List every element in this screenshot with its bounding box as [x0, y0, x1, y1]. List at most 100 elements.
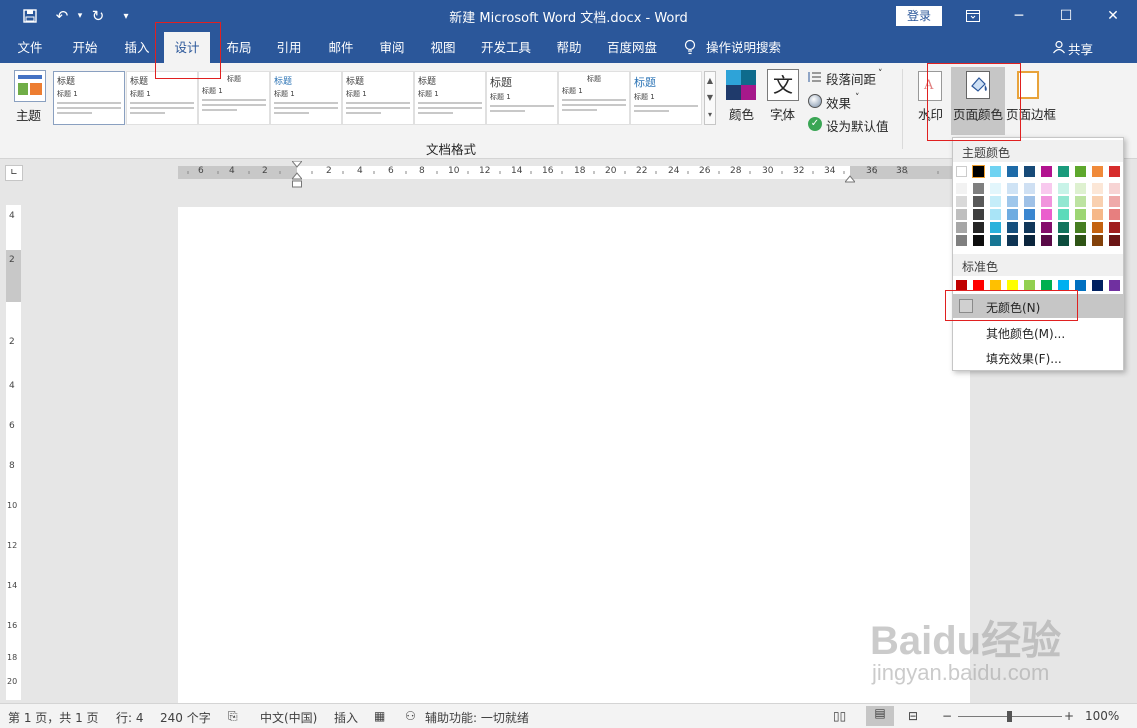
- line-number[interactable]: 行: 4: [116, 709, 144, 726]
- tab-baidu-netdisk[interactable]: 百度网盘: [600, 32, 664, 63]
- tab-insert[interactable]: 插入: [114, 32, 160, 63]
- tab-view[interactable]: 视图: [420, 32, 466, 63]
- thumb-heading: 标题: [227, 75, 241, 83]
- style-thumbnail[interactable]: 标题 标题 1: [198, 71, 270, 125]
- set-as-default-button[interactable]: 设为默认值: [826, 116, 889, 135]
- color-swatch[interactable]: [1041, 166, 1052, 177]
- tab-references[interactable]: 引用: [266, 32, 312, 63]
- paragraph-spacing-button[interactable]: 段落间距: [826, 69, 876, 88]
- zoom-level[interactable]: 100%: [1085, 709, 1119, 723]
- no-color-item[interactable]: 无颜色(N): [953, 294, 1123, 318]
- color-swatch[interactable]: [956, 166, 967, 177]
- fonts-icon[interactable]: 文: [767, 69, 799, 101]
- effects-chevron-icon[interactable]: ˅: [855, 93, 860, 103]
- fill-effects-item[interactable]: 填充效果(F)...: [953, 345, 1123, 369]
- tab-developer[interactable]: 开发工具: [474, 32, 538, 63]
- effects-button[interactable]: 效果: [826, 93, 851, 112]
- style-thumbnail[interactable]: 标题 标题 1: [630, 71, 702, 125]
- color-swatch[interactable]: [1092, 166, 1103, 177]
- colors-chevron-icon[interactable]: ˅: [737, 119, 742, 129]
- right-indent-marker-icon[interactable]: [843, 172, 857, 183]
- login-button[interactable]: 登录: [896, 6, 942, 26]
- page-color-chevron-icon[interactable]: ˅: [975, 119, 980, 129]
- page-color-icon[interactable]: [966, 71, 990, 99]
- macro-icon[interactable]: ▦: [374, 709, 385, 723]
- print-layout-icon[interactable]: ▤: [866, 706, 894, 726]
- accessibility-icon[interactable]: ⚇: [405, 709, 416, 723]
- style-thumbnail[interactable]: 标题 标题 1: [558, 71, 630, 125]
- color-swatch[interactable]: [1092, 280, 1103, 291]
- color-swatch[interactable]: [1024, 166, 1035, 177]
- watermark-icon[interactable]: A: [918, 71, 942, 101]
- gallery-up-icon[interactable]: ▲: [705, 72, 715, 89]
- zoom-out-icon[interactable]: −: [942, 709, 952, 723]
- color-swatch[interactable]: [1058, 166, 1069, 177]
- color-swatch[interactable]: [1075, 166, 1086, 177]
- close-icon[interactable]: ✕: [1090, 0, 1136, 32]
- thumb-sub: 标题 1: [202, 87, 223, 95]
- tab-layout[interactable]: 布局: [216, 32, 262, 63]
- style-thumbnail[interactable]: 标题 标题 1: [486, 71, 558, 125]
- zoom-in-icon[interactable]: +: [1064, 709, 1074, 723]
- theme-color-shades[interactable]: [956, 183, 1121, 249]
- style-thumbnail[interactable]: 标题 标题 1: [270, 71, 342, 125]
- gallery-down-icon[interactable]: ▼: [705, 89, 715, 106]
- tab-mailings[interactable]: 邮件: [318, 32, 364, 63]
- style-thumbnail[interactable]: 标题 标题 1: [414, 71, 486, 125]
- color-swatch[interactable]: [1109, 280, 1120, 291]
- colors-label[interactable]: 颜色: [729, 104, 754, 123]
- color-swatch[interactable]: [1075, 280, 1086, 291]
- paragraph-spacing-chevron-icon[interactable]: ˅: [878, 69, 883, 79]
- themes-icon[interactable]: [14, 70, 46, 102]
- color-swatch[interactable]: [972, 165, 985, 178]
- minimize-icon[interactable]: ─: [996, 0, 1042, 32]
- ribbon-display-options-icon[interactable]: [950, 0, 996, 32]
- page-borders-icon[interactable]: [1017, 71, 1039, 99]
- tab-selector-icon[interactable]: ∟: [5, 165, 23, 181]
- color-swatch[interactable]: [973, 280, 984, 291]
- vertical-ruler[interactable]: 4 2 2 4 6 8 10 12 14 16 18 20: [6, 205, 21, 700]
- share-button[interactable]: 共享: [1068, 39, 1093, 58]
- tab-help[interactable]: 帮助: [546, 32, 592, 63]
- language[interactable]: 中文(中国): [260, 709, 317, 726]
- watermark-chevron-icon[interactable]: ˅: [927, 119, 932, 129]
- insert-mode[interactable]: 插入: [334, 709, 358, 726]
- style-thumbnail[interactable]: 标题 标题 1: [126, 71, 198, 125]
- color-swatch[interactable]: [990, 280, 1001, 291]
- more-colors-item[interactable]: 其他颜色(M)...: [953, 320, 1123, 344]
- fonts-chevron-icon[interactable]: ˅: [780, 119, 785, 129]
- color-swatch[interactable]: [1024, 280, 1035, 291]
- word-count[interactable]: 240 个字: [160, 709, 211, 726]
- color-swatch[interactable]: [1109, 166, 1120, 177]
- ruler-label: 4: [9, 381, 15, 391]
- color-swatch[interactable]: [1058, 280, 1069, 291]
- zoom-slider-thumb[interactable]: [1007, 711, 1012, 722]
- style-thumbnail[interactable]: 标题 标题 1: [53, 71, 125, 125]
- themes-chevron-icon[interactable]: ˅: [27, 119, 32, 129]
- tell-me-search[interactable]: 操作说明搜索: [706, 32, 790, 63]
- tab-design[interactable]: 设计: [164, 32, 210, 63]
- read-mode-icon[interactable]: ▯▯: [833, 709, 846, 723]
- colors-icon[interactable]: [726, 70, 756, 100]
- accessibility-status[interactable]: 辅助功能: 一切就绪: [425, 709, 529, 726]
- web-layout-icon[interactable]: ⊟: [908, 709, 918, 723]
- gallery-more-icon[interactable]: ▾: [705, 106, 715, 123]
- color-swatch[interactable]: [1007, 166, 1018, 177]
- document-page[interactable]: [178, 207, 970, 707]
- tab-review[interactable]: 审阅: [369, 32, 415, 63]
- color-swatch[interactable]: [990, 166, 1001, 177]
- page-borders-label[interactable]: 页面边框: [1006, 104, 1056, 123]
- indent-marker-icon[interactable]: [290, 160, 304, 189]
- thumb-heading: 标题: [346, 77, 365, 87]
- maximize-icon[interactable]: ☐: [1043, 0, 1089, 32]
- color-swatch[interactable]: [1007, 280, 1018, 291]
- proofing-icon[interactable]: ⎘: [228, 709, 238, 724]
- gallery-scroll[interactable]: ▲ ▼ ▾: [704, 71, 716, 125]
- page-count[interactable]: 第 1 页，共 1 页: [8, 709, 99, 726]
- thumb-heading: 标题: [130, 77, 149, 87]
- tab-home[interactable]: 开始: [62, 32, 108, 63]
- tab-file[interactable]: 文件: [8, 32, 52, 63]
- color-swatch[interactable]: [1041, 280, 1052, 291]
- color-swatch[interactable]: [956, 280, 967, 291]
- style-thumbnail[interactable]: 标题 标题 1: [342, 71, 414, 125]
